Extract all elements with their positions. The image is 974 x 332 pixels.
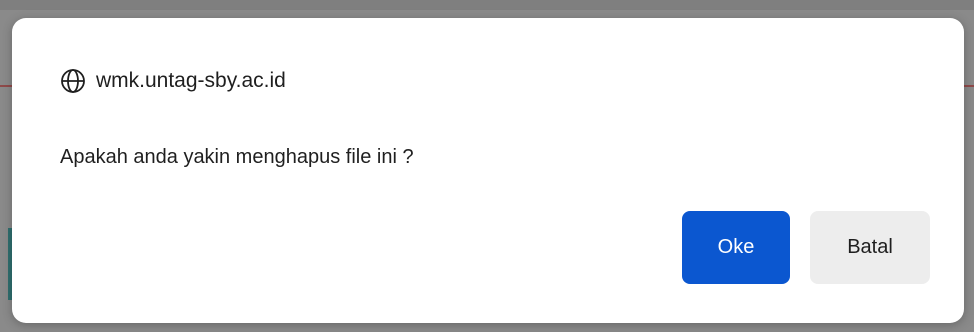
dialog-message: Apakah anda yakin menghapus file ini ?: [60, 146, 414, 168]
dialog-origin-text: wmk.untag-sby.ac.id: [96, 69, 286, 92]
globe-icon: [60, 68, 86, 94]
dialog-origin: wmk.untag-sby.ac.id: [60, 66, 286, 96]
ok-button[interactable]: Oke: [682, 211, 790, 284]
background-divider-right: [964, 85, 974, 87]
dialog-buttons: Oke Batal: [682, 211, 930, 284]
background-top-strip: [0, 0, 974, 10]
confirm-dialog: wmk.untag-sby.ac.id Apakah anda yakin me…: [12, 18, 964, 323]
cancel-button[interactable]: Batal: [810, 211, 930, 284]
